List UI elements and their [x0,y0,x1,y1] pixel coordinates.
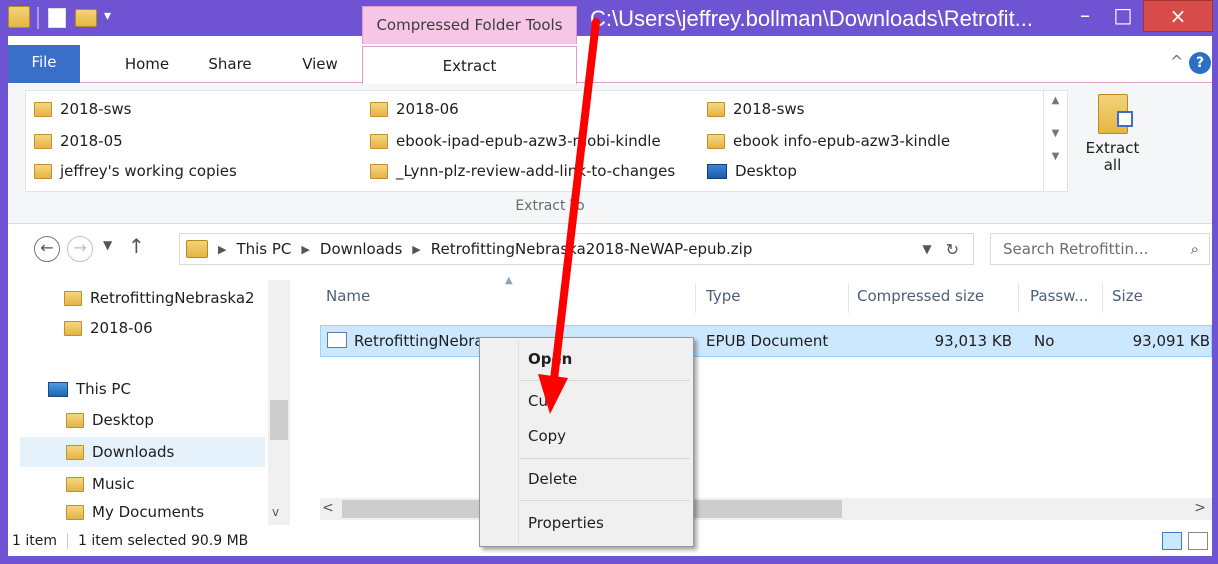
annotation-arrow [538,18,600,414]
arrow-head [538,374,568,414]
arrow-shaft [549,18,600,392]
